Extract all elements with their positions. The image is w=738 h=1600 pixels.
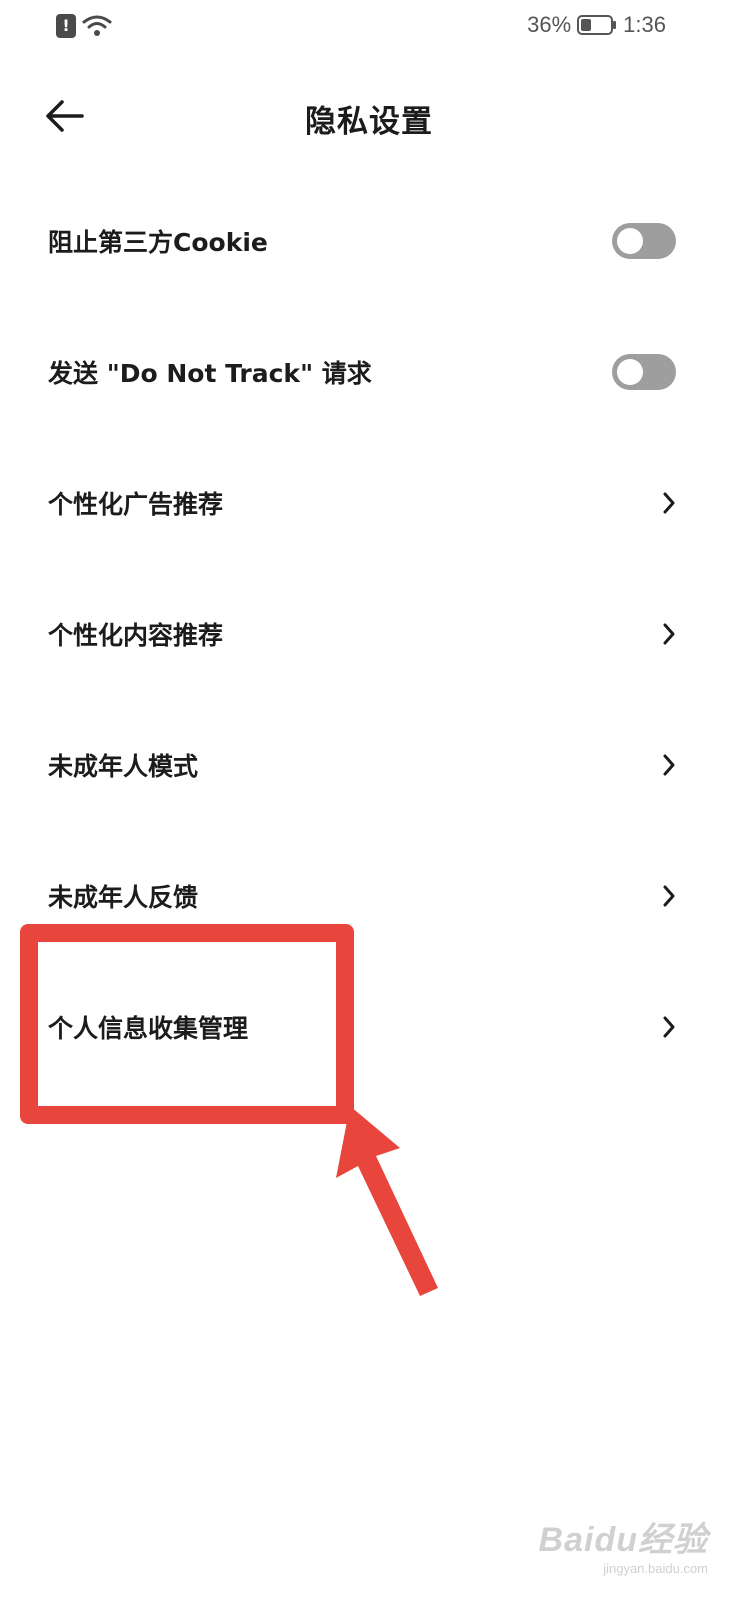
setting-label: 未成年人反馈 [48,882,199,912]
settings-list: 阻止第三方Cookie 发送 "Do Not Track" 请求 个性化广告推荐… [0,175,738,1092]
toggle-knob [617,358,643,385]
status-bar: ! 36% 1:36 [0,0,738,56]
chevron-right-icon [662,622,676,646]
chevron-right-icon [662,1015,676,1039]
page-title: 隐私设置 [305,104,433,140]
status-left-icons: ! [56,14,112,38]
setting-do-not-track[interactable]: 发送 "Do Not Track" 请求 [0,306,738,437]
setting-label: 未成年人模式 [48,751,199,781]
battery-icon [577,15,617,35]
setting-label: 发送 "Do Not Track" 请求 [48,358,372,388]
header: 隐私设置 [0,76,738,156]
setting-personal-info-collection[interactable]: 个人信息收集管理 [0,961,738,1092]
block-cookie-toggle[interactable] [612,222,676,259]
setting-minor-mode[interactable]: 未成年人模式 [0,699,738,830]
status-right: 36% 1:36 [527,12,666,38]
setting-personalized-ads[interactable]: 个性化广告推荐 [0,437,738,568]
chevron-right-icon [662,491,676,515]
do-not-track-toggle[interactable] [612,353,676,390]
setting-label: 个性化广告推荐 [48,489,224,519]
setting-minor-feedback[interactable]: 未成年人反馈 [0,830,738,961]
alert-icon: ! [56,14,76,38]
status-time: 1:36 [623,12,666,37]
watermark-logo: Baidu经验 [538,1521,708,1559]
chevron-right-icon [662,753,676,777]
setting-label: 阻止第三方Cookie [48,227,268,257]
chevron-right-icon [662,884,676,908]
watermark: Baidu经验 jingyan.baidu.com [539,1523,708,1576]
toggle-knob [617,227,643,254]
watermark-url: jingyan.baidu.com [603,1561,708,1576]
battery-percent: 36% [527,12,572,37]
arrow-up-left-icon [330,1100,450,1300]
setting-personalized-content[interactable]: 个性化内容推荐 [0,568,738,699]
wifi-icon [82,15,112,36]
setting-label: 个性化内容推荐 [48,620,224,650]
setting-block-third-party-cookie[interactable]: 阻止第三方Cookie [0,175,738,306]
setting-label: 个人信息收集管理 [48,1013,249,1043]
